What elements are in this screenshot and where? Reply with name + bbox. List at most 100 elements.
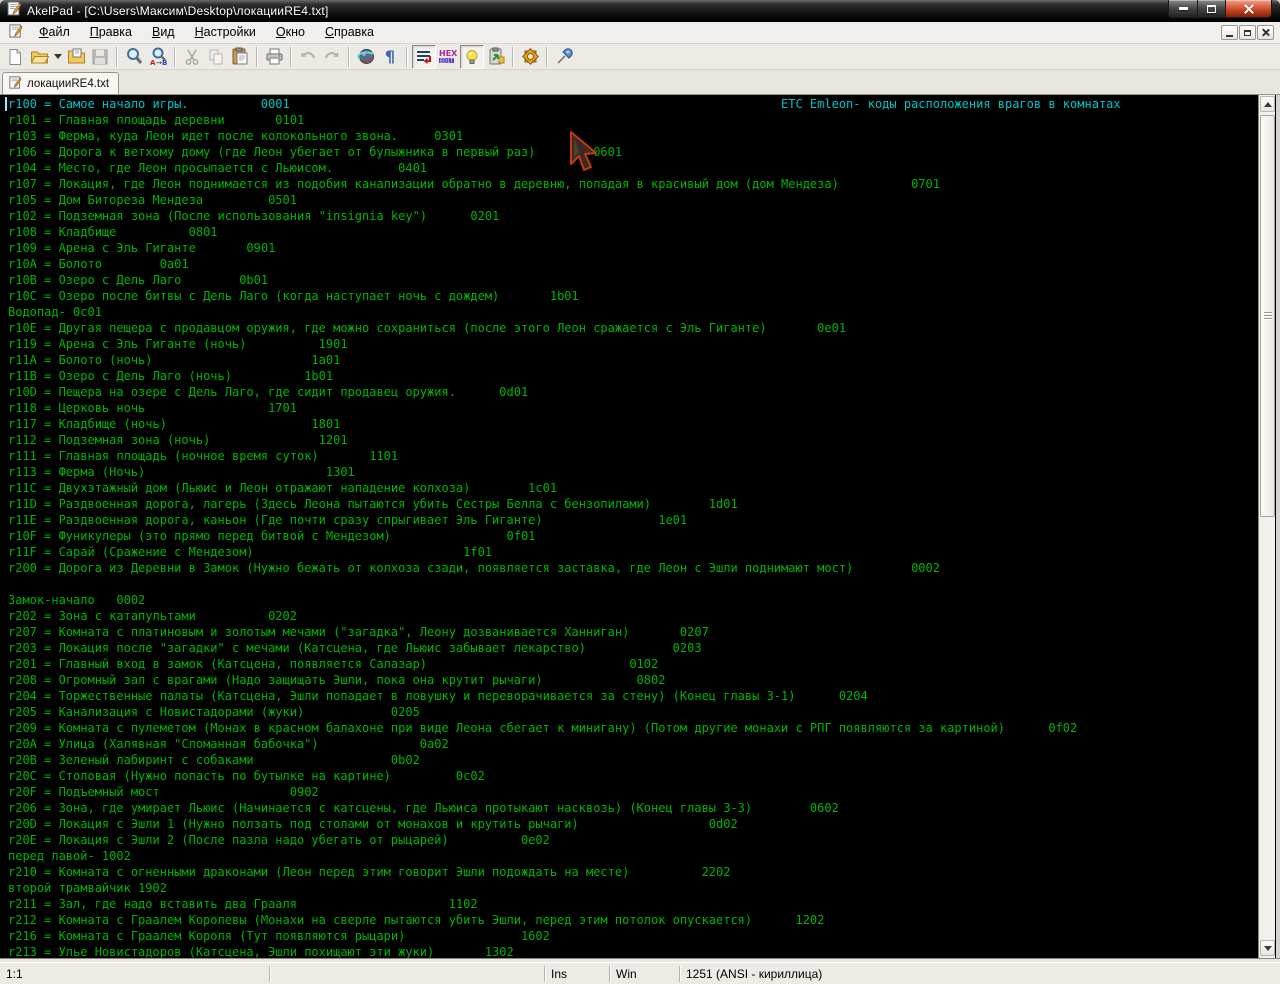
akelpad-window: { "window": { "title": "AkelPad - [C:\\U… [0, 0, 1280, 984]
editor-line: r10D = Пещера на озере с Дель Лаго, где … [8, 385, 529, 399]
editor-line: r208 = Огромный зал с врагами (Надо защи… [8, 673, 666, 687]
word-wrap-icon [417, 50, 431, 64]
editor-line: r20D = Локация с Эшли 1 (Нужно ползать п… [8, 817, 738, 831]
insert-mode: Ins [545, 965, 610, 982]
cut-button [180, 45, 204, 69]
toolbar-separator [406, 46, 408, 67]
menu-item-file[interactable]: Файл [29, 22, 80, 43]
tab-file-icon [9, 75, 22, 92]
menu-item-view[interactable]: Вид [142, 22, 185, 43]
editor-line: r105 = Дом Битореза Мендеза 0501 [8, 193, 297, 207]
new-file-button[interactable] [3, 45, 27, 69]
editor-line: r210 = Комната с огненными драконами (Ле… [8, 865, 731, 879]
scrollbar-thumb[interactable] [1260, 115, 1275, 517]
editor-line: r212 = Комната с Граалем Королевы (Монах… [8, 913, 825, 927]
mdi-minimize-button[interactable] [1221, 25, 1238, 40]
editor-line: r11E = Раздвоенная дорога, каньон (Где п… [8, 513, 688, 527]
editor-line: r20F = Подъемный мост 0902 [8, 785, 319, 799]
show-paragraph-button[interactable]: ¶ [378, 45, 402, 69]
clipboard-log-button[interactable] [484, 45, 508, 69]
editor-line: r20B = Зеленый лабиринт с собаками 0b02 [8, 753, 420, 767]
maximize-button[interactable] [1198, 0, 1226, 18]
status-bar: 1:1 Ins Win 1251 (ANSI - кириллица) [0, 962, 1280, 984]
editor-line: r100 = Самое начало игры. 0001 ETC Emleo… [8, 97, 1121, 111]
editor-line: r20A = Улица (Халявная "Сломанная бабочк… [8, 737, 449, 751]
replace-button[interactable]: A → B [146, 45, 170, 69]
editor-line: r11B = Озеро с Дель Лаго (ночь) 1b01 [8, 369, 334, 383]
tab-label: локацииRE4.txt [27, 77, 110, 90]
tab-current-file[interactable]: локацииRE4.txt [2, 72, 120, 94]
editor-line: r203 = Локация после "загадки" с мечами … [8, 641, 702, 655]
minimize-icon [1178, 7, 1188, 10]
svg-text:B: B [162, 59, 167, 66]
codepage-info: 1251 (ANSI - кириллица) [686, 966, 823, 981]
scroll-up-button[interactable] [1260, 96, 1275, 112]
editor-line: r109 = Арена с Эль Гиганте 0901 [8, 241, 276, 255]
editor-line: r118 = Церковь ночь 1701 [8, 401, 297, 415]
mdi-minimize-icon [1226, 34, 1233, 37]
window-title: AkelPad - [C:\Users\Максим\Desktop\локац… [27, 4, 329, 18]
find-icon [126, 48, 142, 64]
codepage-button[interactable] [354, 45, 378, 69]
open-file-button[interactable] [27, 45, 51, 69]
text-editor-area[interactable]: r100 = Самое начало игры. 0001 ETC Emleo… [0, 95, 1276, 958]
save-icon [92, 49, 108, 64]
pilcrow-icon: ¶ [384, 47, 396, 66]
menu-item-edit[interactable]: Правка [80, 22, 142, 43]
close-icon [1243, 3, 1254, 14]
reopen-folder-button[interactable] [64, 45, 88, 69]
toolbar-separator [290, 46, 292, 67]
menu-items: Файл Правка Вид Настройки Окно Справка [29, 22, 384, 43]
editor-line: r111 = Главная площадь (ночное время сут… [8, 449, 399, 463]
editor-line: r119 = Арена с Эль Гиганте (ночь) 1901 [8, 337, 348, 351]
title-bar[interactable]: AkelPad - [C:\Users\Максим\Desktop\локац… [0, 0, 1280, 22]
editor-line: r20C = Столовая (Нужно попасть по бутылк… [8, 769, 485, 783]
akelpad-app-icon [7, 1, 22, 21]
find-button[interactable] [122, 45, 146, 69]
minimize-button[interactable] [1168, 0, 1198, 18]
editor-line: r108 = Кладбище 0801 [8, 225, 218, 239]
open-file-icon [30, 51, 49, 64]
globe-icon [356, 49, 374, 64]
toolbar-separator [174, 46, 176, 67]
svg-text:HEX: HEX [439, 49, 458, 58]
menu-item-settings[interactable]: Настройки [185, 22, 266, 43]
word-wrap-button[interactable] [412, 44, 436, 69]
vertical-scrollbar[interactable] [1258, 95, 1275, 958]
editor-line: r113 = Ферма (Ночь) 1301 [8, 465, 355, 479]
editor-line: r206 = Зона, где умирает Льюис (Начинает… [8, 801, 839, 815]
highlight-button[interactable] [460, 44, 484, 69]
editor-line: r10F = Фуникулеры (это прямо перед битво… [8, 529, 536, 543]
menu-item-window[interactable]: Окно [266, 22, 315, 43]
editor-line: r10B = Озеро с Дель Лаго 0b01 [8, 273, 269, 287]
editor-line: r112 = Подземная зона (ночь) 1201 [8, 433, 348, 447]
mdi-restore-button[interactable] [1239, 25, 1256, 40]
editor-line: r204 = Торжественные палаты (Катсцена, Э… [8, 689, 868, 703]
toolbar-separator [348, 46, 350, 67]
editor-line: r102 = Подземная зона (После использован… [8, 209, 500, 223]
undo-icon [301, 51, 315, 58]
editor-line: Замок-начало 0002 [8, 593, 146, 607]
toolbar-separator [256, 46, 258, 67]
replace-icon: A → B [150, 47, 167, 66]
settings-button[interactable] [518, 45, 542, 69]
close-button[interactable] [1226, 0, 1272, 18]
mdi-close-button[interactable] [1257, 25, 1274, 40]
editor-line: r117 = Кладбище (ночь) 1801 [8, 417, 341, 431]
text-caret [5, 97, 7, 111]
hex-mode-button[interactable]: HEX ED1T [436, 45, 460, 69]
paste-button[interactable] [228, 45, 252, 69]
editor-line: r213 = Улье Новистадоров (Катсцена, Эшли… [8, 945, 514, 958]
plugins-button[interactable] [552, 45, 576, 69]
open-dropdown-button[interactable] [51, 45, 64, 69]
mouse-cursor [563, 129, 609, 175]
reopen-folder-icon [67, 48, 85, 64]
gear-icon [521, 48, 539, 65]
document-icon [9, 24, 23, 41]
print-button[interactable] [262, 45, 286, 69]
menu-item-help[interactable]: Справка [315, 22, 384, 43]
editor-line: r107 = Локация, где Леон поднимается из … [8, 177, 940, 191]
editor-text: r100 = Самое начало игры. 0001 ETC Emleo… [8, 96, 1121, 958]
scroll-down-button[interactable] [1260, 940, 1275, 956]
editor-line: r101 = Главная площадь деревни 0101 [8, 113, 305, 127]
